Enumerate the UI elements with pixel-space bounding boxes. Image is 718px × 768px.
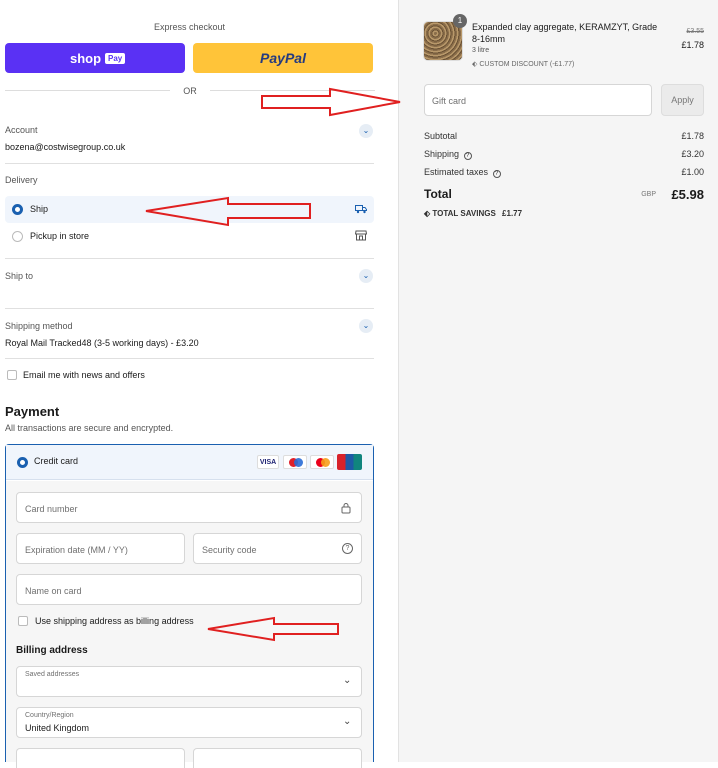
- annotation-arrow-ship: [145, 196, 311, 227]
- annotation-arrow-billing: [207, 616, 339, 642]
- annotation-arrow-gift-card: [261, 87, 401, 117]
- annotation-arrows: [145, 87, 401, 642]
